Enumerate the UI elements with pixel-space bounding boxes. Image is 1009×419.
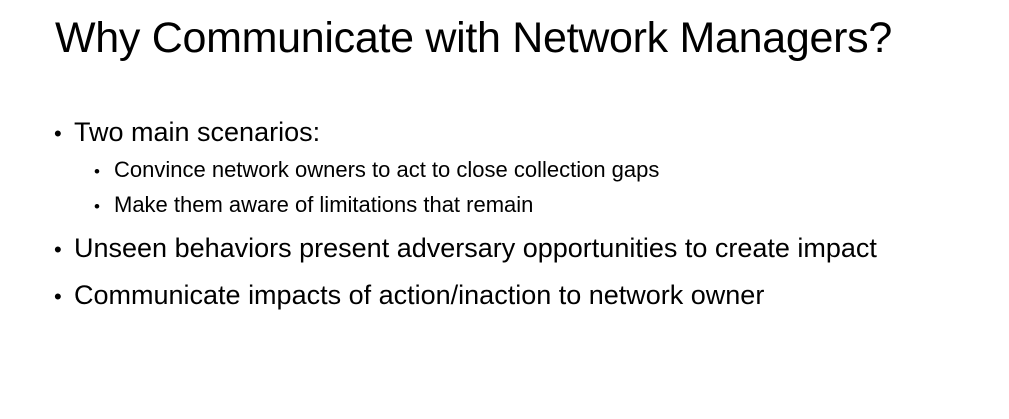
bullet-marker: • xyxy=(54,121,62,146)
bullet-text: Communicate impacts of action/inaction t… xyxy=(74,280,765,310)
slide-title: Why Communicate with Network Managers? xyxy=(55,14,892,62)
slide: Why Communicate with Network Managers? •… xyxy=(0,0,1009,419)
sub-bullet-text: Make them aware of limitations that rema… xyxy=(114,192,534,217)
sub-bullet-item: • Make them aware of limitations that re… xyxy=(94,191,533,221)
bullet-item: • Communicate impacts of action/inaction… xyxy=(54,279,764,313)
bullet-item: • Two main scenarios: xyxy=(54,116,320,150)
bullet-marker: • xyxy=(54,237,62,262)
bullet-item: • Unseen behaviors present adversary opp… xyxy=(54,232,877,266)
bullet-marker: • xyxy=(94,162,100,181)
sub-bullet-text: Convince network owners to act to close … xyxy=(114,157,660,182)
sub-bullet-item: • Convince network owners to act to clos… xyxy=(94,156,659,186)
bullet-text: Unseen behaviors present adversary oppor… xyxy=(74,233,877,263)
bullet-marker: • xyxy=(94,197,100,216)
bullet-marker: • xyxy=(54,284,62,309)
bullet-text: Two main scenarios: xyxy=(74,117,321,147)
